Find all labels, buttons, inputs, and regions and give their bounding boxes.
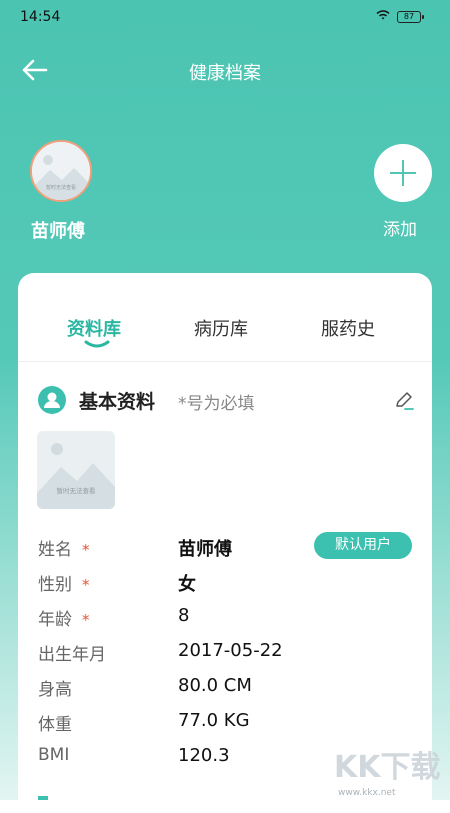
- field-value: 120.3: [178, 745, 230, 766]
- field-label: 体重: [38, 715, 72, 735]
- section-marker: [38, 796, 48, 800]
- watermark-url: www.kkx.net: [338, 788, 396, 798]
- field-row-name: 姓名 * 苗师傅 默认用户: [38, 532, 418, 563]
- field-row-height: 身高 80.0 CM: [38, 675, 418, 703]
- image-placeholder-icon: 暂时无法查看: [32, 142, 90, 200]
- field-value: 苗师傅: [178, 539, 232, 560]
- watermark: KK下载 www.kkx.net: [330, 738, 446, 798]
- image-placeholder-icon: 暂时无法查看: [37, 431, 115, 509]
- photo-caption: 暂时无法查看: [57, 486, 97, 495]
- field-row-age: 年龄 * 8: [38, 605, 418, 633]
- plus-icon-vertical: [402, 160, 404, 186]
- field-value: 77.0 KG: [178, 710, 250, 731]
- profile-name: 苗师傅: [31, 221, 85, 242]
- battery-icon: 87: [397, 11, 424, 23]
- add-label[interactable]: 添加: [383, 215, 417, 240]
- edit-icon[interactable]: [393, 389, 415, 411]
- active-tab-indicator: [84, 340, 110, 348]
- field-label: BMI: [38, 745, 70, 765]
- tab-medication-history[interactable]: 服药史: [321, 315, 375, 341]
- field-row-birthdate: 出生年月 2017-05-22: [38, 640, 418, 668]
- field-row-weight: 体重 77.0 KG: [38, 710, 418, 738]
- watermark-text: KK下载: [334, 750, 441, 785]
- avatar[interactable]: 暂时无法查看: [30, 140, 92, 202]
- field-label: 年龄 *: [38, 610, 90, 630]
- profile-selector[interactable]: 暂时无法查看 苗师傅: [30, 140, 92, 242]
- field-row-gender: 性别 * 女: [38, 570, 418, 598]
- field-label: 姓名 *: [38, 540, 90, 560]
- status-time: 14:54: [20, 9, 61, 25]
- avatar-caption: 暂时无法查看: [46, 184, 76, 191]
- default-user-badge[interactable]: 默认用户: [314, 532, 412, 559]
- field-label: 身高: [38, 680, 72, 700]
- wifi-icon: [376, 10, 390, 20]
- status-bar: 14:54 87: [0, 0, 450, 36]
- basic-info-header: 基本资料 *号为必填: [38, 384, 418, 414]
- field-value: 80.0 CM: [178, 675, 252, 696]
- required-hint: *号为必填: [178, 394, 255, 414]
- navbar: 健康档案: [0, 48, 450, 92]
- field-value: 女: [178, 574, 196, 595]
- profile-photo[interactable]: 暂时无法查看: [37, 431, 115, 509]
- tab-bar: 资料库 病历库 服药史: [18, 273, 432, 362]
- field-label: 出生年月: [38, 645, 106, 665]
- field-value: 8: [178, 605, 190, 626]
- tab-profile-library[interactable]: 资料库: [67, 315, 121, 341]
- section-title: 基本资料: [79, 391, 156, 413]
- profile-card: 资料库 病历库 服药史 基本资料 *号为必填 暂时无法查看 姓名 * 苗师傅 默…: [18, 273, 432, 813]
- field-label: 性别 *: [38, 575, 90, 595]
- user-icon: [38, 386, 66, 414]
- tab-medical-records[interactable]: 病历库: [194, 315, 248, 341]
- add-profile-button[interactable]: [374, 144, 432, 202]
- page-title: 健康档案: [189, 63, 261, 84]
- field-value: 2017-05-22: [178, 640, 283, 661]
